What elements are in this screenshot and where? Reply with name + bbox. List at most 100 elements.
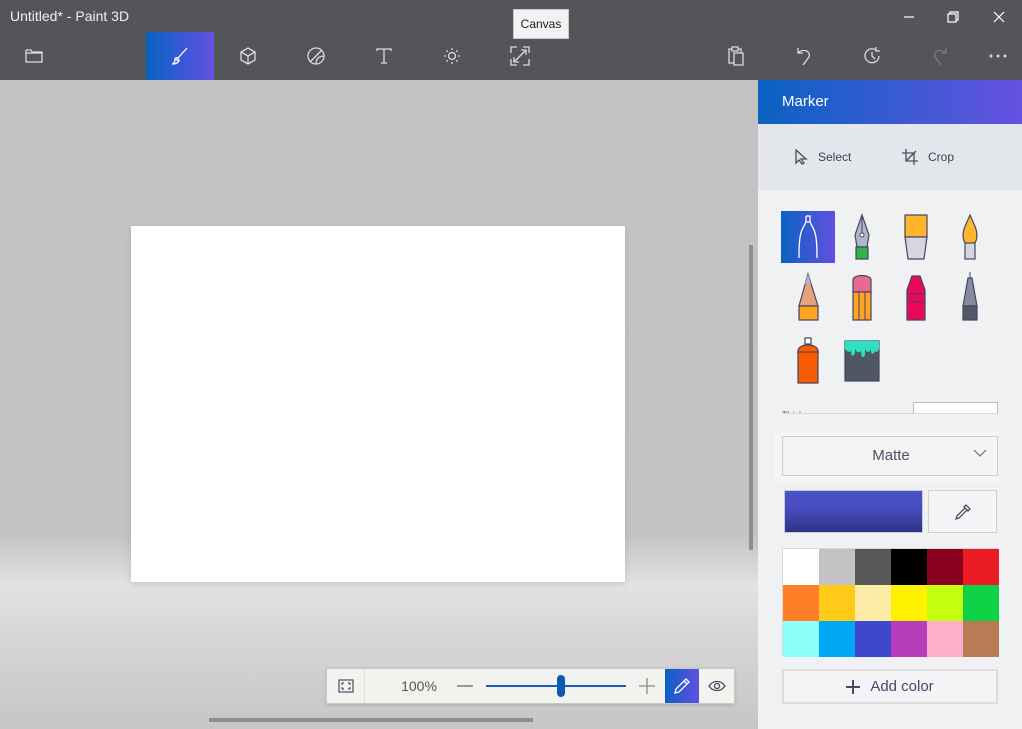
- color-swatch[interactable]: [963, 585, 999, 621]
- select-button[interactable]: Select: [794, 144, 851, 170]
- text-icon: [376, 48, 392, 64]
- side-panel: Marker Select Crop Matte Add color: [758, 80, 1022, 729]
- zoom-slider-thumb[interactable]: [557, 675, 565, 697]
- color-swatch[interactable]: [783, 621, 819, 657]
- tab-effects[interactable]: [418, 32, 486, 80]
- tab-stickers[interactable]: [282, 32, 350, 80]
- zoom-slider-track[interactable]: [486, 685, 626, 687]
- color-swatch[interactable]: [819, 549, 855, 585]
- panel-actions: Select Crop: [758, 124, 1022, 190]
- brush-spray-can[interactable]: [781, 335, 835, 387]
- brush-pixel-pen[interactable]: [943, 271, 997, 323]
- color-swatch[interactable]: [819, 621, 855, 657]
- drawing-canvas[interactable]: [131, 226, 625, 582]
- crayon-icon: [906, 275, 926, 321]
- color-swatch[interactable]: [963, 621, 999, 657]
- fit-screen-icon: [337, 679, 354, 693]
- clipboard-icon: [728, 46, 744, 66]
- pencil-icon: [674, 678, 690, 694]
- menu-button[interactable]: [0, 32, 68, 80]
- oil-brush-icon: [904, 214, 928, 260]
- panel-title: Marker: [782, 93, 829, 110]
- more-icon: [989, 54, 1007, 58]
- sticker-icon: [307, 47, 325, 65]
- vertical-scrollbar[interactable]: [749, 245, 753, 550]
- history-button[interactable]: [838, 32, 906, 80]
- workspace: 100%: [0, 80, 758, 729]
- pixel-pen-icon: [962, 272, 978, 321]
- brush-icon: [171, 47, 188, 65]
- plus-icon: [639, 678, 655, 694]
- add-color-label: Add color: [870, 678, 934, 695]
- color-swatch[interactable]: [963, 549, 999, 585]
- fill-bucket-icon: [844, 340, 880, 382]
- crop-label: Crop: [928, 150, 955, 164]
- undo-icon: [797, 48, 810, 66]
- eye-icon: [707, 680, 726, 692]
- brush-calligraphy-pen[interactable]: [835, 211, 889, 263]
- color-swatch[interactable]: [855, 549, 891, 585]
- spray-can-icon: [797, 337, 819, 384]
- color-swatch[interactable]: [819, 585, 855, 621]
- folder-icon: [25, 49, 43, 63]
- resize-icon: [510, 46, 530, 66]
- brush-crayon[interactable]: [889, 271, 943, 323]
- color-swatch[interactable]: [927, 549, 963, 585]
- title-bar: Untitled* - Paint 3D Canvas: [0, 0, 1022, 80]
- calligraphy-pen-icon: [854, 213, 870, 260]
- chevron-down-icon: [973, 449, 987, 457]
- edit-mode-button[interactable]: [665, 669, 699, 703]
- color-swatch[interactable]: [927, 621, 963, 657]
- crop-button[interactable]: Crop: [902, 144, 954, 170]
- zoom-in-button[interactable]: [635, 677, 659, 695]
- color-swatch[interactable]: [783, 549, 819, 585]
- fit-to-screen-button[interactable]: [327, 669, 365, 703]
- horizontal-scrollbar[interactable]: [209, 718, 533, 722]
- eyedropper-icon: [954, 503, 971, 520]
- tab-brushes[interactable]: [146, 32, 214, 80]
- color-swatch[interactable]: [891, 549, 927, 585]
- current-color-swatch[interactable]: [784, 490, 923, 533]
- close-button[interactable]: [976, 4, 1022, 30]
- watercolor-icon: [962, 213, 978, 260]
- window-title: Untitled* - Paint 3D: [10, 8, 130, 24]
- history-icon: [864, 47, 880, 64]
- color-swatch[interactable]: [927, 585, 963, 621]
- brush-oil[interactable]: [889, 211, 943, 263]
- tab-3d-shapes[interactable]: [214, 32, 282, 80]
- eyedropper-button[interactable]: [928, 490, 997, 533]
- brush-watercolor[interactable]: [943, 211, 997, 263]
- select-label: Select: [818, 150, 852, 164]
- tab-canvas[interactable]: [486, 32, 554, 80]
- pencil-icon: [798, 272, 819, 321]
- color-swatch[interactable]: [783, 585, 819, 621]
- crop-icon: [902, 149, 918, 165]
- more-button[interactable]: [964, 32, 1022, 80]
- add-color-button[interactable]: Add color: [782, 669, 998, 704]
- color-swatch[interactable]: [855, 621, 891, 657]
- view-mode-button[interactable]: [699, 669, 734, 703]
- zoom-level: 100%: [401, 678, 437, 694]
- minimize-button[interactable]: [886, 4, 932, 30]
- restore-button[interactable]: [930, 4, 976, 30]
- redo-icon: [934, 48, 947, 66]
- brush-marker[interactable]: [781, 211, 835, 263]
- brush-pencil[interactable]: [781, 271, 835, 323]
- marker-icon: [798, 215, 818, 259]
- tab-text[interactable]: [350, 32, 418, 80]
- color-palette: [782, 548, 999, 657]
- brush-fill[interactable]: [835, 335, 889, 387]
- divider: [782, 413, 998, 414]
- color-swatch[interactable]: [891, 621, 927, 657]
- paste-button[interactable]: [702, 32, 770, 80]
- color-swatch[interactable]: [855, 585, 891, 621]
- tooltip: Canvas: [513, 9, 569, 39]
- zoom-out-button[interactable]: [453, 677, 477, 695]
- plus-icon: [846, 679, 861, 694]
- cube-icon: [240, 47, 256, 65]
- finish-dropdown[interactable]: Matte: [782, 436, 998, 476]
- minus-icon: [457, 685, 473, 687]
- brush-eraser[interactable]: [835, 271, 889, 323]
- undo-button[interactable]: [770, 32, 838, 80]
- color-swatch[interactable]: [891, 585, 927, 621]
